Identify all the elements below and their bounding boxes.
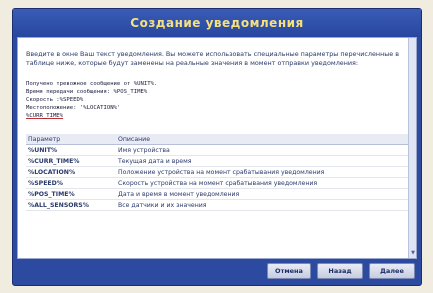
notification-dialog: Создание уведомления Введите в окне Ваш … xyxy=(12,8,422,286)
message-line: Получено тревожное сообщение от %UNIT%. xyxy=(26,81,158,87)
param-name: %ALL_SENSORS% xyxy=(28,202,89,209)
cancel-button[interactable]: Отмена xyxy=(267,263,311,279)
param-desc: Имя устройства xyxy=(118,147,170,154)
next-button[interactable]: Далее xyxy=(369,263,415,279)
table-header: Параметр Описание xyxy=(26,134,408,145)
dialog-title: Создание уведомления xyxy=(13,9,421,37)
param-name: %LOCATION% xyxy=(28,169,76,176)
table-row[interactable]: %ALL_SENSORS% Все датчики и их значения xyxy=(26,200,408,211)
message-textarea[interactable]: Получено тревожное сообщение от %UNIT%. … xyxy=(26,80,406,119)
table-row[interactable]: %POS_TIME% Дата и время в момент уведомл… xyxy=(26,189,408,200)
back-button[interactable]: Назад xyxy=(317,263,363,279)
table-row[interactable]: %UNIT% Имя устройства xyxy=(26,145,408,156)
dialog-content: Введите в окне Ваш текст уведомления. Вы… xyxy=(17,37,417,259)
param-name: %POS_TIME% xyxy=(28,191,75,198)
column-header-desc: Описание xyxy=(118,136,151,143)
scroll-down-arrow-icon[interactable]: ▼ xyxy=(410,250,416,256)
column-header-param: Параметр xyxy=(28,136,61,143)
param-name: %SPEED% xyxy=(28,180,63,187)
param-desc: Дата и время в момент уведомления xyxy=(118,191,240,198)
table-row[interactable]: %LOCATION% Положение устройства на момен… xyxy=(26,167,408,178)
dialog-footer: Отмена Назад Далее xyxy=(13,257,421,285)
parameters-table: Параметр Описание %UNIT% Имя устройства … xyxy=(26,134,408,211)
param-desc: Положение устройства на момент срабатыва… xyxy=(118,169,325,176)
param-desc: Скорость устройства на момент срабатыван… xyxy=(118,180,318,187)
vertical-scrollbar[interactable]: ▼ xyxy=(408,38,416,258)
table-row[interactable]: %SPEED% Скорость устройства на момент ср… xyxy=(26,178,408,189)
table-row[interactable]: %CURR_TIME% Текущая дата и время xyxy=(26,156,408,167)
message-line: Скорость :%SPEED% xyxy=(26,97,84,103)
message-line: %CURR_TIME% xyxy=(26,113,64,119)
intro-text: Введите в окне Ваш текст уведомления. Вы… xyxy=(26,50,400,67)
message-line: Местоположение: '%LOCATION%' xyxy=(26,105,121,111)
message-line: Время передачи сообщения: %POS_TIME% xyxy=(26,89,148,95)
param-name: %CURR_TIME% xyxy=(28,158,80,165)
param-name: %UNIT% xyxy=(28,147,58,154)
param-desc: Текущая дата и время xyxy=(118,158,192,165)
param-desc: Все датчики и их значения xyxy=(118,202,207,209)
